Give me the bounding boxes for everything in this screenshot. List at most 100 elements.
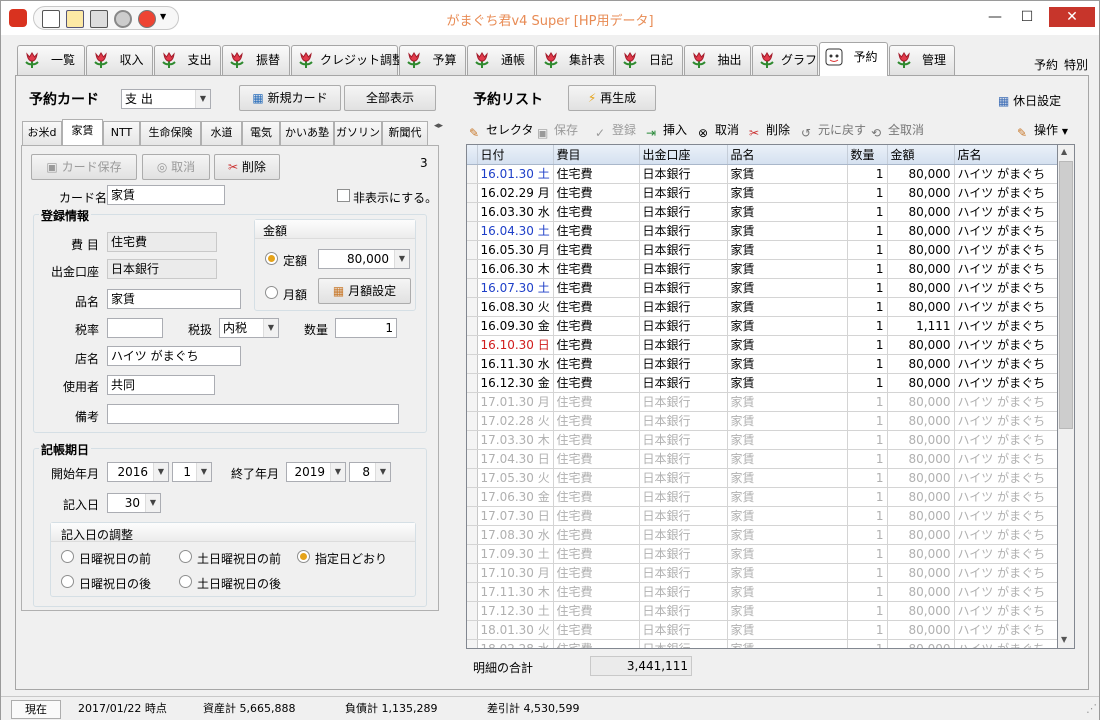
- selector-button[interactable]: ✎ セレクタ: [469, 122, 534, 140]
- cell-shop[interactable]: ハイツ がまぐち: [954, 601, 1057, 621]
- tax-rate-input[interactable]: [107, 318, 163, 338]
- table-row[interactable]: 16.03.30 水住宅費 日本銀行 家賃 1 80,000 ハイツ がまぐち: [467, 202, 1057, 222]
- row-header[interactable]: [467, 411, 478, 431]
- card-name-input[interactable]: 家賃: [107, 185, 225, 205]
- table-row[interactable]: 17.03.30 木住宅費 日本銀行 家賃 1 80,000 ハイツ がまぐち: [467, 430, 1057, 450]
- resize-grip-icon[interactable]: ⋰: [1086, 700, 1097, 719]
- cancel-row-button[interactable]: ⊗ 取消: [698, 122, 739, 140]
- tab-5[interactable]: クレジット調整: [291, 45, 404, 75]
- row-header[interactable]: [467, 373, 478, 393]
- column-header[interactable]: 費目: [553, 145, 640, 165]
- cell-date[interactable]: 17.08.30 水: [477, 525, 554, 545]
- cell-shop[interactable]: ハイツ がまぐち: [954, 582, 1057, 602]
- minimize-button[interactable]: —: [981, 7, 1009, 27]
- row-header[interactable]: [467, 278, 478, 298]
- cell-qty[interactable]: 1: [847, 582, 888, 602]
- cell-qty[interactable]: 1: [847, 620, 888, 640]
- card-tab[interactable]: 水道: [201, 121, 242, 145]
- cell-date[interactable]: 17.02.28 火: [477, 411, 554, 431]
- cell-account[interactable]: 日本銀行: [639, 316, 728, 336]
- cell-account[interactable]: 日本銀行: [639, 221, 728, 241]
- cell-qty[interactable]: 1: [847, 430, 888, 450]
- table-row[interactable]: 16.09.30 金住宅費 日本銀行 家賃 1 1,111 ハイツ がまぐち: [467, 316, 1057, 336]
- table-row[interactable]: 16.11.30 水住宅費 日本銀行 家賃 1 80,000 ハイツ がまぐち: [467, 354, 1057, 374]
- cell-himoku[interactable]: 住宅費: [553, 449, 640, 469]
- cell-date[interactable]: 17.04.30 日: [477, 449, 554, 469]
- cell-qty[interactable]: 1: [847, 297, 888, 317]
- cell-himoku[interactable]: 住宅費: [553, 563, 640, 583]
- cell-amount[interactable]: 80,000: [887, 373, 955, 393]
- cell-shop[interactable]: ハイツ がまぐち: [954, 620, 1057, 640]
- cell-shop[interactable]: ハイツ がまぐち: [954, 278, 1057, 298]
- cell-amount[interactable]: 80,000: [887, 392, 955, 412]
- row-header[interactable]: [467, 468, 478, 488]
- cell-item[interactable]: 家賃: [727, 563, 848, 583]
- table-row[interactable]: 16.01.30 土住宅費 日本銀行 家賃 1 80,000 ハイツ がまぐち: [467, 164, 1057, 184]
- card-cancel-button[interactable]: ◎ 取消: [142, 154, 210, 180]
- cell-item[interactable]: 家賃: [727, 297, 848, 317]
- fixed-radio[interactable]: [265, 252, 278, 265]
- cell-account[interactable]: 日本銀行: [639, 202, 728, 222]
- cell-date[interactable]: 16.11.30 水: [477, 354, 554, 374]
- cell-shop[interactable]: ハイツ がまぐち: [954, 335, 1057, 355]
- row-header[interactable]: [467, 183, 478, 203]
- table-row[interactable]: 16.05.30 月住宅費 日本銀行 家賃 1 80,000 ハイツ がまぐち: [467, 240, 1057, 260]
- cell-amount[interactable]: 1,111: [887, 316, 955, 336]
- cell-date[interactable]: 16.01.30 土: [477, 164, 554, 184]
- card-tab[interactable]: お米d: [22, 121, 62, 145]
- table-row[interactable]: 16.08.30 火住宅費 日本銀行 家賃 1 80,000 ハイツ がまぐち: [467, 297, 1057, 317]
- cell-himoku[interactable]: 住宅費: [553, 202, 640, 222]
- cell-amount[interactable]: 80,000: [887, 601, 955, 621]
- tab-8[interactable]: 集計表: [536, 45, 614, 75]
- row-header[interactable]: [467, 335, 478, 355]
- regenerate-button[interactable]: ⚡ 再生成: [568, 85, 656, 111]
- table-row[interactable]: 17.05.30 火住宅費 日本銀行 家賃 1 80,000 ハイツ がまぐち: [467, 468, 1057, 488]
- cell-item[interactable]: 家賃: [727, 639, 848, 648]
- cell-item[interactable]: 家賃: [727, 278, 848, 298]
- card-tab[interactable]: 新聞代: [382, 121, 428, 145]
- table-row[interactable]: 17.10.30 月住宅費 日本銀行 家賃 1 80,000 ハイツ がまぐち: [467, 563, 1057, 583]
- table-row[interactable]: 18.01.30 火住宅費 日本銀行 家賃 1 80,000 ハイツ がまぐち: [467, 620, 1057, 640]
- new-card-button[interactable]: ▦ 新規カード: [239, 85, 341, 111]
- cell-date[interactable]: 16.06.30 木: [477, 259, 554, 279]
- cell-date[interactable]: 18.02.28 水: [477, 639, 554, 648]
- cell-himoku[interactable]: 住宅費: [553, 164, 640, 184]
- cell-qty[interactable]: 1: [847, 316, 888, 336]
- cell-account[interactable]: 日本銀行: [639, 582, 728, 602]
- cell-shop[interactable]: ハイツ がまぐち: [954, 259, 1057, 279]
- hide-checkbox[interactable]: [337, 189, 350, 202]
- start-year-select[interactable]: 2016 ▼: [107, 462, 169, 482]
- cell-qty[interactable]: 1: [847, 335, 888, 355]
- card-tab[interactable]: 生命保険: [140, 121, 201, 145]
- tab-10[interactable]: 抽出: [684, 45, 751, 75]
- cell-qty[interactable]: 1: [847, 487, 888, 507]
- cell-shop[interactable]: ハイツ がまぐち: [954, 411, 1057, 431]
- cell-qty[interactable]: 1: [847, 563, 888, 583]
- cell-amount[interactable]: 80,000: [887, 487, 955, 507]
- card-tab[interactable]: 家賃: [62, 119, 103, 146]
- card-tab[interactable]: 電気: [242, 121, 280, 145]
- tab-2[interactable]: 収入: [86, 45, 153, 75]
- cell-amount[interactable]: 80,000: [887, 354, 955, 374]
- table-row[interactable]: 18.02.28 水住宅費 日本銀行 家賃 1 80,000 ハイツ がまぐち: [467, 639, 1057, 648]
- cell-qty[interactable]: 1: [847, 601, 888, 621]
- tab-1[interactable]: 一覧: [17, 45, 85, 75]
- cell-himoku[interactable]: 住宅費: [553, 620, 640, 640]
- cell-amount[interactable]: 80,000: [887, 297, 955, 317]
- cell-himoku[interactable]: 住宅費: [553, 316, 640, 336]
- row-header[interactable]: [467, 202, 478, 222]
- cell-account[interactable]: 日本銀行: [639, 354, 728, 374]
- cell-qty[interactable]: 1: [847, 354, 888, 374]
- row-header[interactable]: [467, 354, 478, 374]
- row-header[interactable]: [467, 164, 478, 184]
- register-button[interactable]: ✓ 登録: [595, 122, 636, 140]
- tab-13[interactable]: 管理: [889, 45, 955, 75]
- close-button[interactable]: ✕: [1049, 7, 1095, 27]
- table-row[interactable]: 16.12.30 金住宅費 日本銀行 家賃 1 80,000 ハイツ がまぐち: [467, 373, 1057, 393]
- cell-date[interactable]: 17.05.30 火: [477, 468, 554, 488]
- tab-4[interactable]: 振替: [222, 45, 290, 75]
- tab-9[interactable]: 日記: [615, 45, 683, 75]
- opt-weekend-before-radio[interactable]: [179, 550, 192, 563]
- cell-shop[interactable]: ハイツ がまぐち: [954, 544, 1057, 564]
- cell-qty[interactable]: 1: [847, 202, 888, 222]
